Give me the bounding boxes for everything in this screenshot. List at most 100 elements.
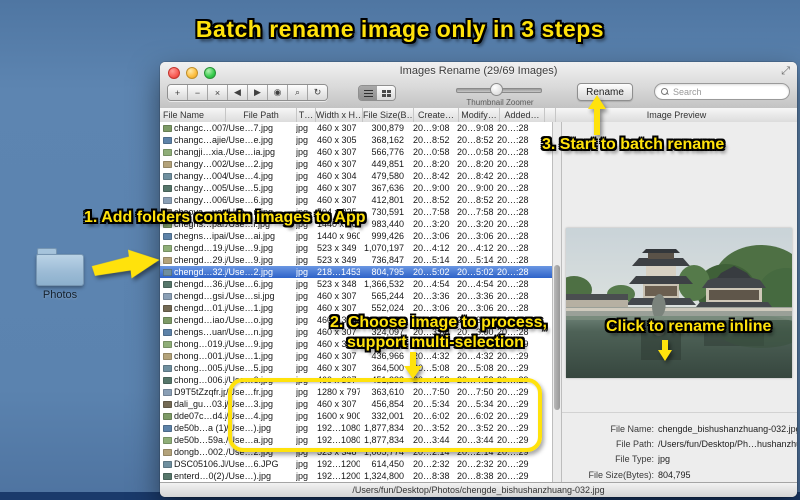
table-row[interactable]: changc…007.jpg/Use…7.jpgjpg460 x 307300,… bbox=[160, 122, 552, 134]
table-row[interactable]: changy…005.jpg/Use…5.jpgjpg460 x 307367,… bbox=[160, 182, 552, 194]
info-line: File Name: chengde_bishushanzhuang-032.jp… bbox=[610, 423, 797, 434]
file-thumbnail-icon bbox=[163, 172, 172, 180]
inline-arrow-icon bbox=[658, 340, 672, 361]
table-row[interactable]: chengd…19.jpg/Use…9.jpgjpg523 x 3491,070… bbox=[160, 242, 552, 254]
image-preview-pane: File Name: chengde_bishushanzhuang-032.jp… bbox=[562, 122, 797, 495]
table-row[interactable]: changy…006.jpg/Use…6.jpgjpg460 x 307412,… bbox=[160, 194, 552, 206]
file-name: chong…019.jpg bbox=[174, 339, 226, 349]
file-name: chong…006.jpg bbox=[174, 375, 226, 385]
table-row[interactable]: changc…ajie.jpg/Use…e.jpgjpg460 x 305368… bbox=[160, 134, 552, 146]
column-header[interactable]: Modify… bbox=[459, 108, 500, 122]
info-value[interactable]: 804,795 bbox=[658, 470, 691, 480]
remove-button[interactable]: − bbox=[188, 85, 208, 100]
fullscreen-icon[interactable]: ⤢ bbox=[781, 65, 790, 78]
file-thumbnail-icon bbox=[163, 196, 172, 204]
column-header[interactable]: Width x H… bbox=[316, 108, 363, 122]
forward-button[interactable]: ▶ bbox=[248, 85, 268, 100]
column-header[interactable]: T… bbox=[297, 108, 316, 122]
file-thumbnail-icon bbox=[163, 352, 172, 360]
table-row[interactable]: changy…002.jpg/Use…2.jpgjpg460 x 307449,… bbox=[160, 158, 552, 170]
file-thumbnail-icon bbox=[163, 280, 172, 288]
search-field[interactable] bbox=[654, 83, 790, 100]
file-thumbnail-icon bbox=[163, 472, 172, 480]
table-row[interactable]: chengd…32.jpg/Use…2.jpgjpg218…1453804,79… bbox=[160, 266, 552, 278]
file-name: chengs…uan.jpg bbox=[174, 327, 226, 337]
table-row[interactable]: changji…xia.jpg/Use…ia.jpgjpg460 x 30756… bbox=[160, 146, 552, 158]
scrollbar-thumb[interactable] bbox=[554, 265, 560, 410]
file-name: chengd…01.jpg bbox=[174, 303, 226, 313]
grid-view-button[interactable] bbox=[377, 86, 395, 100]
file-thumbnail-icon bbox=[163, 412, 172, 420]
file-name: changy…006.jpg bbox=[174, 195, 226, 205]
photos-folder[interactable]: Photos bbox=[34, 248, 86, 301]
file-name: changy…002.jpg bbox=[174, 159, 226, 169]
file-name: de50b…a (1).jpg bbox=[174, 423, 226, 433]
preview-eye-button[interactable]: ◉ bbox=[268, 85, 288, 100]
file-name: chong…001.jpg bbox=[174, 351, 226, 361]
file-name: chengd…gsi.jpg bbox=[174, 291, 226, 301]
delete-button[interactable]: × bbox=[208, 85, 228, 100]
info-value[interactable]: chengde_bishushanzhuang-032.jpg bbox=[658, 424, 797, 434]
table-scrollbar[interactable] bbox=[552, 122, 562, 482]
column-header[interactable]: File Size(B… bbox=[363, 108, 414, 122]
file-thumbnail-icon bbox=[163, 328, 172, 336]
file-thumbnail-icon bbox=[163, 460, 172, 468]
table-row[interactable]: chegns…ipai.jpg/Use…ai.jpgjpg1440 x 9609… bbox=[160, 230, 552, 242]
file-name: changy…004.jpg bbox=[174, 171, 226, 181]
file-thumbnail-icon bbox=[163, 340, 172, 348]
slider-knob[interactable] bbox=[490, 83, 503, 96]
file-thumbnail-icon bbox=[163, 448, 172, 456]
table-row[interactable]: chengd…29.jpg/Use…9.jpgjpg523 x 349736,8… bbox=[160, 254, 552, 266]
table-row[interactable]: changy…004.jpg/Use…4.jpgjpg460 x 304479,… bbox=[160, 170, 552, 182]
multi-selection-highlight-box bbox=[228, 378, 542, 452]
file-thumbnail-icon bbox=[163, 388, 172, 396]
magnify-button[interactable]: ⌕ bbox=[288, 85, 308, 100]
column-header[interactable]: Added… bbox=[500, 108, 545, 122]
info-value[interactable]: jpg bbox=[658, 454, 670, 464]
table-row[interactable]: chengd…01.jpg/Use…1.jpgjpg460 x 307552,0… bbox=[160, 302, 552, 314]
status-bar: /Users/fun/Desktop/Photos/chengde_bishus… bbox=[160, 482, 797, 497]
file-thumbnail-icon bbox=[163, 400, 172, 408]
folder-label: Photos bbox=[42, 289, 78, 301]
annotation-step2-line1: 2. Choose image to process, bbox=[330, 314, 547, 331]
annotation-step2-line2: support multi-selection bbox=[347, 334, 524, 351]
table-row[interactable]: chengd…36.jpg/Use…6.jpgjpg523 x 3481,366… bbox=[160, 278, 552, 290]
info-line: File Size(Bytes): 804,795 bbox=[588, 469, 691, 480]
column-header[interactable]: Create… bbox=[414, 108, 459, 122]
table-row[interactable]: enterd…0(2).jpg/Use…).jpgjpg192…12001,32… bbox=[160, 470, 552, 482]
search-icon bbox=[661, 88, 668, 95]
file-thumbnail-icon bbox=[163, 160, 172, 168]
file-thumbnail-icon bbox=[163, 148, 172, 156]
table-row[interactable]: chengd…gsi.jpg/Use…si.jpgjpg460 x 307565… bbox=[160, 290, 552, 302]
table-header: File Name File Path T… Width x H… File Size(… bbox=[160, 108, 797, 123]
info-value[interactable]: /Users/fun/Desktop/Ph…hushanzhuang-032.j… bbox=[658, 439, 797, 449]
file-name: chegns…ipai.jpg bbox=[174, 231, 226, 241]
grid-icon bbox=[381, 89, 391, 97]
annotation-step1: 1. Add folders contain images to App bbox=[84, 209, 366, 226]
table-row[interactable]: chong…005.jpg/Use…5.jpgjpg460 x 307364,5… bbox=[160, 362, 552, 374]
file-name: changc…ajie.jpg bbox=[174, 135, 226, 145]
titlebar: Images Rename (29/69 Images) ⤢ + − × ◀ ▶ ◉ ⌕ ↻ … bbox=[160, 62, 797, 109]
column-header[interactable]: File Name bbox=[160, 108, 226, 122]
file-name: chengd…iao.jpg bbox=[174, 315, 226, 325]
file-thumbnail-icon bbox=[163, 364, 172, 372]
file-name: dongb…002.jpg bbox=[174, 447, 226, 457]
file-name: changc…007.jpg bbox=[174, 123, 226, 133]
search-input[interactable] bbox=[671, 85, 775, 98]
back-button[interactable]: ◀ bbox=[228, 85, 248, 100]
info-line: File Type: jpg bbox=[615, 454, 671, 465]
info-line: File Path:/Users/fun/Desktop/Ph…hushanzh… bbox=[615, 438, 797, 449]
file-thumbnail-icon bbox=[163, 292, 172, 300]
table-row[interactable]: DSC05106.JPG/Use…6.JPGjpg192…1200614,450… bbox=[160, 458, 552, 470]
file-thumbnail-icon bbox=[163, 244, 172, 252]
list-view-button[interactable] bbox=[359, 86, 377, 100]
refresh-button[interactable]: ↻ bbox=[308, 85, 327, 100]
file-thumbnail-icon bbox=[163, 268, 172, 276]
add-button[interactable]: + bbox=[168, 85, 188, 100]
thumbnail-zoom-slider[interactable] bbox=[456, 83, 542, 96]
zoomer-label: Thumbnail Zoomer bbox=[466, 98, 534, 107]
preview-photo bbox=[566, 228, 792, 378]
file-thumbnail-icon bbox=[163, 316, 172, 324]
file-name: enterd…0(2).jpg bbox=[174, 471, 226, 481]
column-header[interactable]: File Path bbox=[226, 108, 297, 122]
